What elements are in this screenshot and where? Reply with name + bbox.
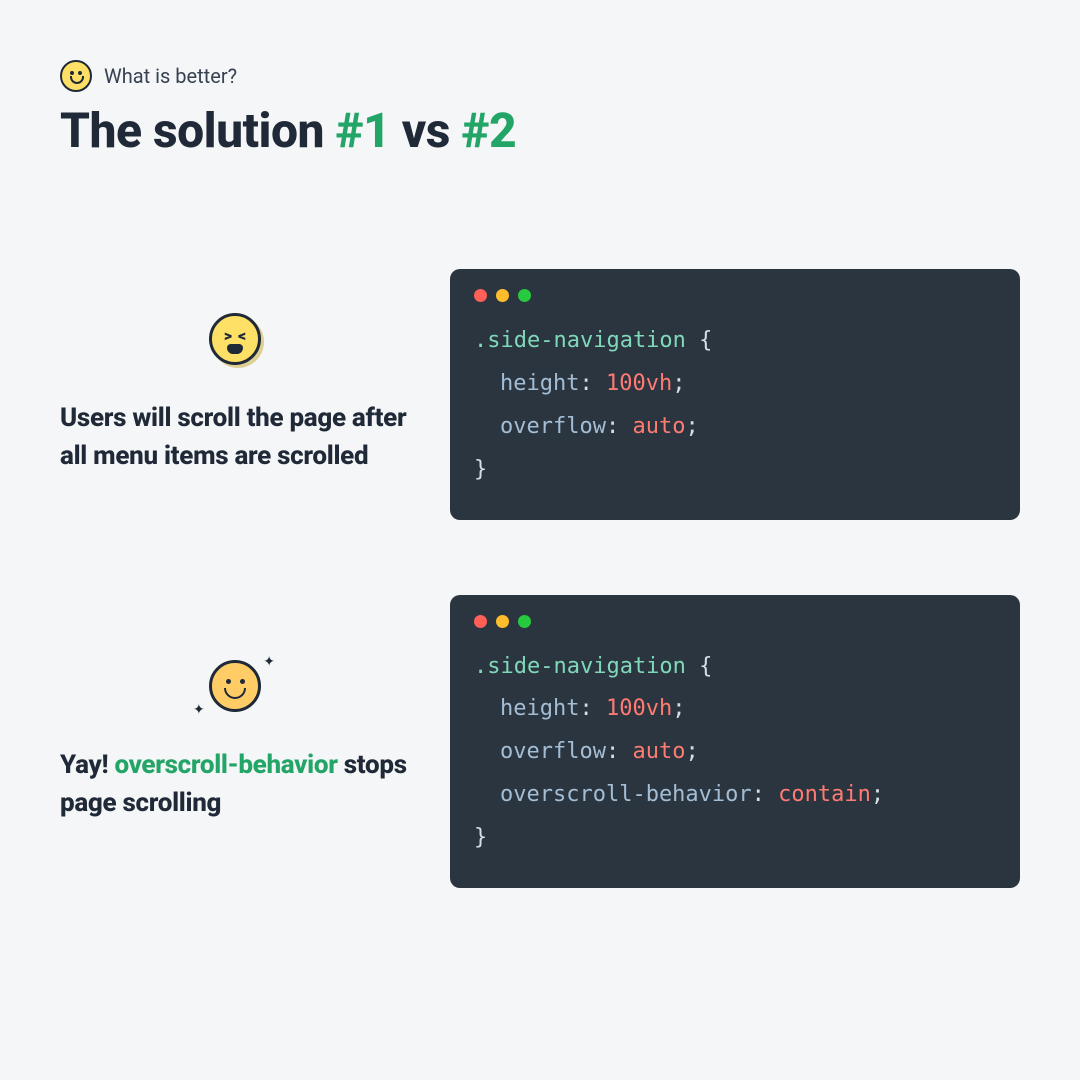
- sparkle-icon: ✦: [193, 702, 205, 718]
- css-punct: ;: [685, 414, 698, 439]
- css-prop: overflow: [500, 739, 606, 764]
- minimize-icon: [496, 615, 509, 628]
- css-punct: ;: [871, 782, 884, 807]
- code-line: overflow: auto;: [474, 406, 996, 449]
- css-value: 100vh: [606, 696, 672, 721]
- sparkle-icon: ✦: [263, 654, 275, 670]
- window-controls: [474, 615, 996, 628]
- window-controls: [474, 289, 996, 302]
- css-punct: :: [752, 782, 779, 807]
- title-num-1: #1: [335, 102, 390, 159]
- happy-face-icon: [209, 660, 261, 712]
- code-line: }: [474, 449, 996, 492]
- minimize-icon: [496, 289, 509, 302]
- css-value: contain: [778, 782, 871, 807]
- css-brace: {: [686, 328, 713, 353]
- css-punct: ;: [685, 739, 698, 764]
- css-brace: {: [686, 654, 713, 679]
- css-brace: }: [474, 825, 487, 850]
- tired-face-icon: [209, 313, 261, 365]
- happy-face-icon-wrap: ✦ ✦: [209, 660, 261, 712]
- css-prop: height: [500, 696, 579, 721]
- thinking-face-icon: [60, 60, 92, 92]
- css-selector: .side-navigation: [474, 654, 686, 679]
- css-prop: overscroll-behavior: [500, 782, 752, 807]
- title-num-2: #2: [461, 102, 516, 159]
- css-prop: height: [500, 371, 579, 396]
- code-line: .side-navigation {: [474, 320, 996, 363]
- close-icon: [474, 289, 487, 302]
- css-punct: :: [579, 371, 606, 396]
- css-brace: }: [474, 457, 487, 482]
- css-punct: :: [606, 414, 633, 439]
- code-line: }: [474, 817, 996, 860]
- css-punct: ;: [672, 371, 685, 396]
- css-prop: overflow: [500, 414, 606, 439]
- code-line: height: 100vh;: [474, 363, 996, 406]
- code-line: overscroll-behavior: contain;: [474, 774, 996, 817]
- example-2-left: ✦ ✦ Yay! overscroll-behavior stops page …: [60, 660, 410, 822]
- desc-highlight: overscroll-behavior: [114, 750, 337, 780]
- page-title: The solution #1 vs #2: [60, 102, 1020, 159]
- example-2: ✦ ✦ Yay! overscroll-behavior stops page …: [60, 595, 1020, 888]
- code-line: .side-navigation {: [474, 646, 996, 689]
- title-vs: vs: [390, 102, 461, 159]
- title-prefix: The solution: [60, 102, 335, 159]
- css-punct: :: [579, 696, 606, 721]
- desc-pre: Yay!: [60, 750, 114, 780]
- maximize-icon: [518, 615, 531, 628]
- example-1: Users will scroll the page after all men…: [60, 269, 1020, 520]
- example-1-left: Users will scroll the page after all men…: [60, 313, 410, 475]
- code-line: overflow: auto;: [474, 731, 996, 774]
- code-line: height: 100vh;: [474, 688, 996, 731]
- code-block-2: .side-navigation { height: 100vh; overfl…: [450, 595, 1020, 888]
- maximize-icon: [518, 289, 531, 302]
- tired-face-icon-wrap: [209, 313, 261, 365]
- subtitle: What is better?: [104, 64, 237, 88]
- css-value: auto: [632, 414, 685, 439]
- close-icon: [474, 615, 487, 628]
- css-value: auto: [632, 739, 685, 764]
- css-value: 100vh: [606, 371, 672, 396]
- code-block-1: .side-navigation { height: 100vh; overfl…: [450, 269, 1020, 520]
- example-1-description: Users will scroll the page after all men…: [60, 400, 410, 475]
- example-2-description: Yay! overscroll-behavior stops page scro…: [60, 747, 410, 822]
- header-row: What is better?: [60, 60, 1020, 92]
- css-punct: :: [606, 739, 633, 764]
- css-punct: ;: [672, 696, 685, 721]
- css-selector: .side-navigation: [474, 328, 686, 353]
